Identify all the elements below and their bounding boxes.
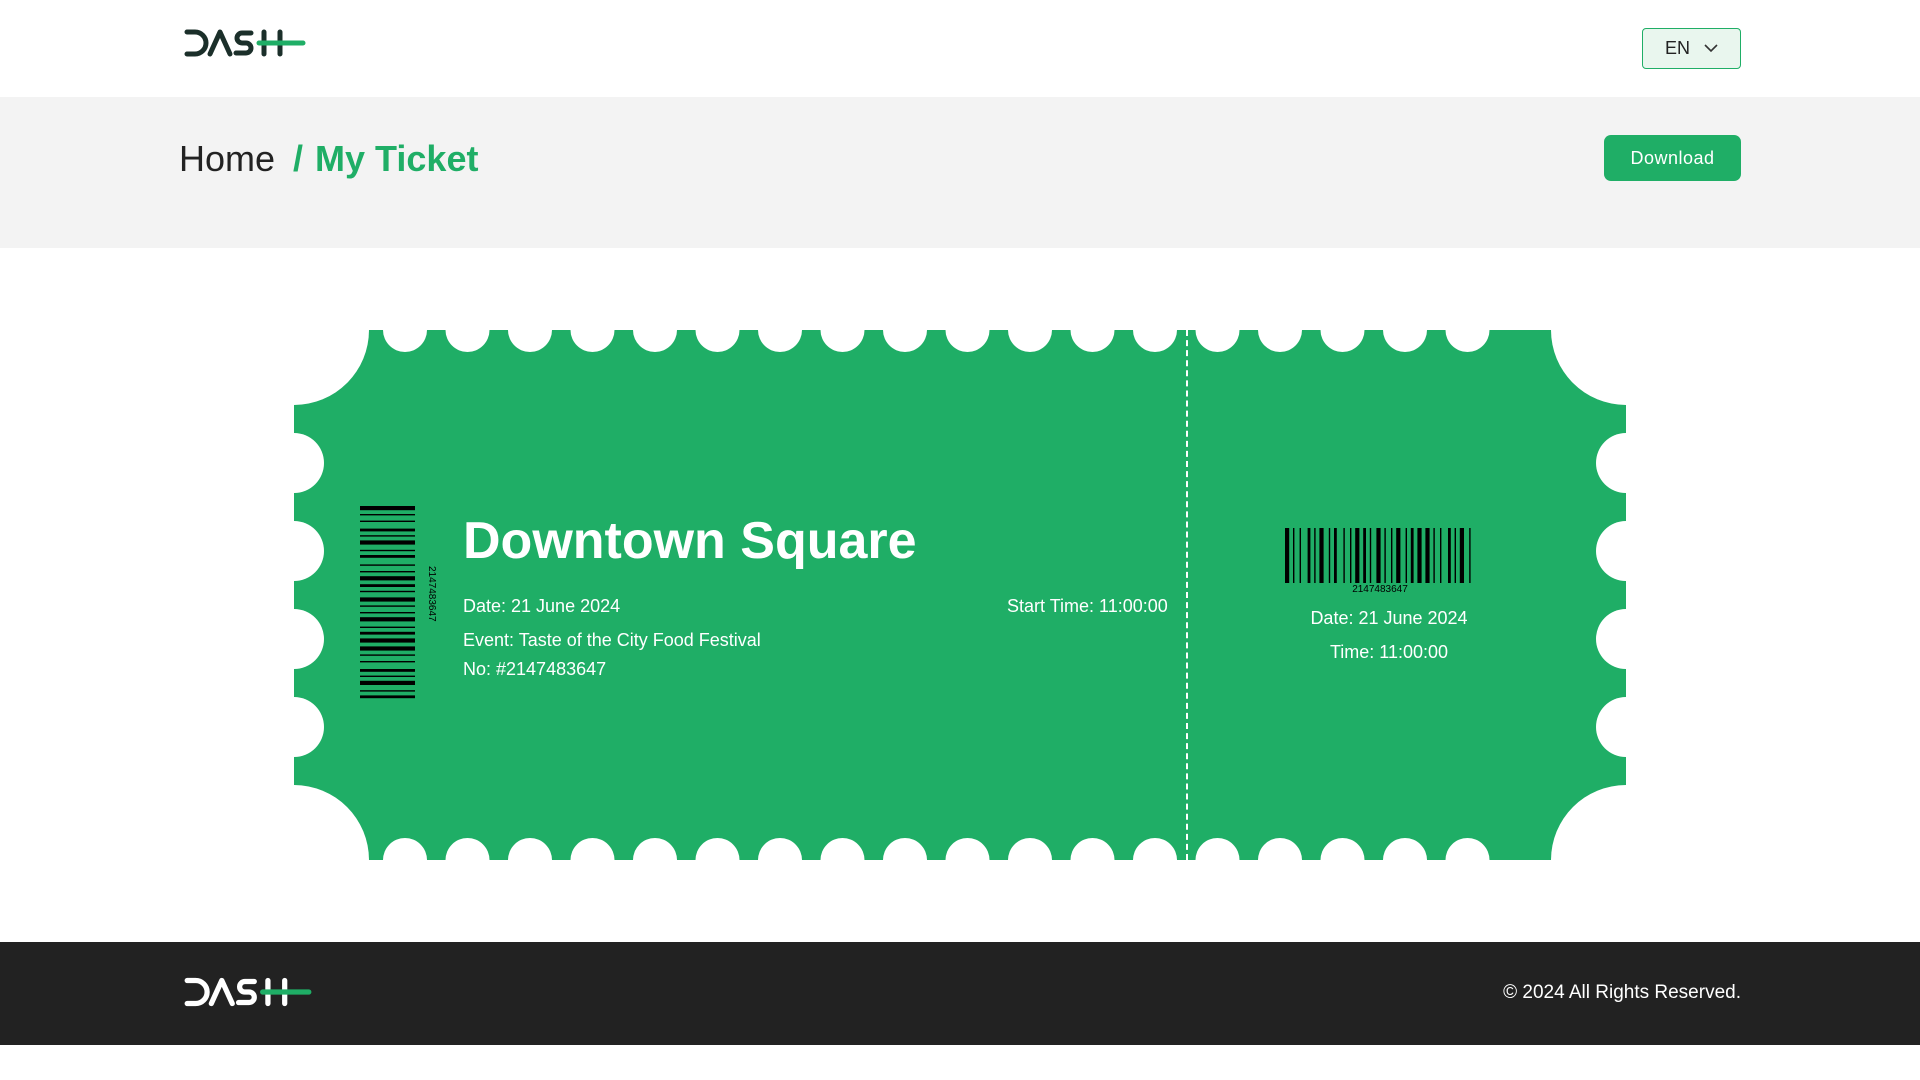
barcode-bar	[360, 597, 415, 602]
ticket-start-time: Start Time: 11:00:00	[1007, 596, 1168, 616]
barcode-bar	[360, 695, 415, 699]
breadcrumb-home-link[interactable]: Home	[179, 138, 275, 180]
barcode-value-label: 2147483647	[426, 566, 437, 622]
barcode-bar	[1405, 528, 1407, 583]
download-button[interactable]: Download	[1604, 135, 1741, 181]
barcode-bar	[1334, 528, 1337, 583]
barcode-value-label: 2147483647	[1352, 584, 1408, 594]
barcode-bar	[1328, 528, 1331, 583]
ticket-title: Downtown Square	[463, 512, 917, 570]
barcode-bar	[1293, 528, 1295, 583]
barcode-bar	[360, 540, 415, 545]
barcode-bar	[1396, 528, 1401, 583]
language-selector[interactable]: EN	[1642, 28, 1741, 69]
barcode-bar	[1384, 528, 1386, 583]
barcode-bar	[1459, 528, 1464, 583]
ticket-event: Event: Taste of the City Food Festival	[463, 630, 761, 650]
breadcrumb-separator: /	[293, 138, 304, 179]
barcode-bar	[1369, 528, 1372, 583]
breadcrumb: Home / My Ticket	[179, 138, 478, 180]
barcode-bar	[1299, 528, 1301, 583]
barcode-bar	[360, 535, 415, 537]
barcode-bar	[1440, 528, 1442, 583]
barcode-bar	[360, 571, 415, 573]
barcode-bar	[1433, 528, 1435, 583]
barcode-bar	[360, 564, 415, 566]
barcode-bar	[360, 555, 415, 558]
barcode-bar	[360, 690, 415, 692]
barcode-bar	[360, 605, 415, 607]
ticket-card: 2147483647 Downtown Square Date: 21 June…	[294, 330, 1626, 860]
barcode-bar	[360, 646, 415, 651]
barcode-bar	[360, 661, 415, 663]
ticket-perforation	[1186, 330, 1188, 860]
stub-date: Date: 21 June 2024	[1310, 608, 1468, 628]
barcode-bar	[360, 520, 415, 522]
barcode-bar	[360, 612, 415, 614]
ticket-date: Date: 21 June 2024	[463, 596, 621, 616]
stub-time: Time: 11:00:00	[1329, 642, 1449, 662]
barcode-bar	[1314, 528, 1316, 583]
barcode-bar	[360, 590, 415, 593]
barcode-bar	[1454, 528, 1456, 583]
barcode-bar	[360, 617, 415, 622]
barcode-bar	[1376, 528, 1381, 583]
ticket-background	[294, 330, 1626, 860]
barcode-bar	[1363, 528, 1366, 583]
barcode-bar	[360, 654, 415, 656]
barcode-bar	[360, 638, 415, 643]
barcode-bar	[360, 549, 415, 552]
barcode-bar	[360, 576, 415, 581]
barcode-bar	[1417, 528, 1422, 583]
barcode-bar	[360, 514, 415, 516]
barcode-bar	[1425, 528, 1430, 583]
barcode-bar	[1391, 528, 1393, 583]
site-footer: © 2024 All Rights Reserved.	[0, 942, 1920, 1045]
barcode-bar	[1410, 528, 1414, 583]
barcode-bar	[360, 626, 415, 628]
barcode-bar	[360, 669, 415, 672]
barcode-bar	[360, 506, 415, 511]
language-label: EN	[1664, 38, 1690, 58]
barcode-bar	[1448, 528, 1451, 583]
vertical-barcode: 2147483647	[360, 506, 437, 699]
barcode-bar	[1307, 528, 1311, 583]
barcode-bar	[1469, 528, 1471, 583]
barcode-bar	[360, 528, 415, 532]
barcode-bar	[1319, 528, 1324, 583]
dash-logo-footer[interactable]	[183, 975, 313, 1009]
barcode-bar	[360, 675, 415, 677]
breadcrumb-current: My Ticket	[315, 138, 479, 179]
barcode-bar	[360, 584, 415, 587]
barcode-bar	[1350, 528, 1352, 583]
top-header: EN	[0, 0, 1920, 97]
dash-logo[interactable]	[183, 27, 307, 59]
horizontal-barcode: 2147483647	[1285, 528, 1471, 594]
breadcrumb-band: Home / My Ticket Download	[0, 97, 1920, 248]
ticket-number: No: #2147483647	[463, 659, 607, 679]
barcode-bar	[360, 631, 415, 635]
barcode-bar	[1343, 528, 1345, 583]
barcode-bar	[1355, 528, 1360, 583]
barcode-bar	[1285, 528, 1290, 583]
copyright-text: © 2024 All Rights Reserved.	[1503, 982, 1741, 1003]
chevron-down-icon	[1704, 44, 1718, 53]
barcode-bar	[360, 680, 415, 685]
